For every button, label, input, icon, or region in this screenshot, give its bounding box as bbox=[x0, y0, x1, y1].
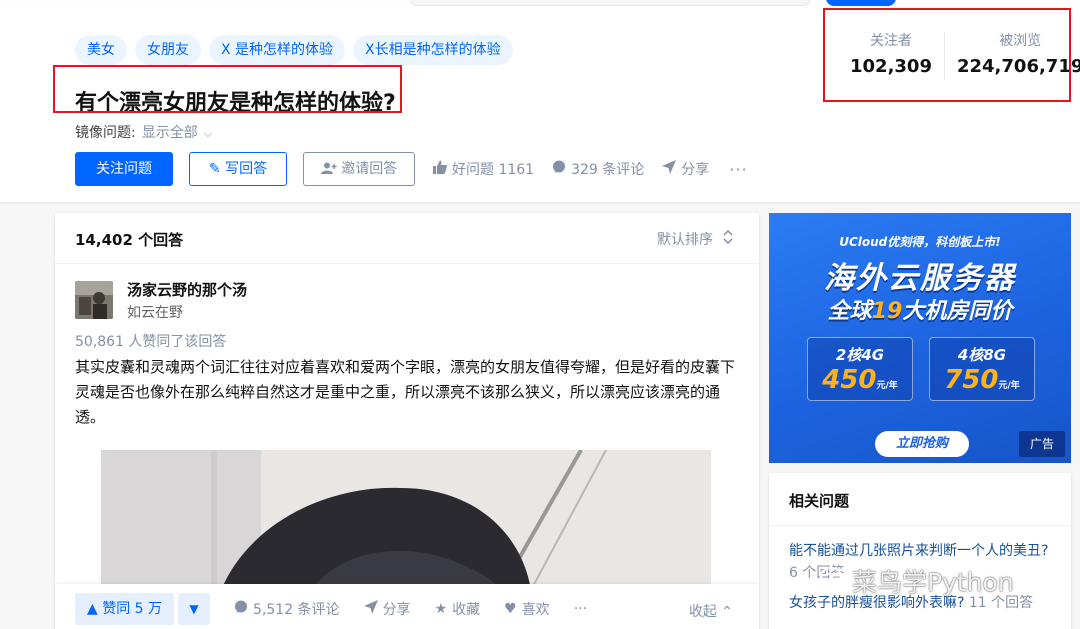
good-question-label: 好问题 1161 bbox=[452, 162, 535, 178]
ad-offer-price: 750 bbox=[944, 365, 999, 395]
write-answer-button[interactable]: ✎ 写回答 bbox=[189, 152, 287, 186]
mirror-label: 镜像问题: bbox=[75, 125, 136, 141]
topic-tags: 美女 女朋友 X 是种怎样的体验 X长相是种怎样的体验 bbox=[75, 35, 513, 65]
ad-offer-unit: 元/年 bbox=[998, 381, 1020, 391]
comment-icon bbox=[552, 160, 566, 178]
topic-tag[interactable]: X长相是种怎样的体验 bbox=[353, 35, 513, 65]
share-question-button[interactable]: 分享 bbox=[662, 159, 709, 179]
question-comments-label: 329 条评论 bbox=[571, 162, 645, 178]
ad-subtitle: 全球19大机房同价 bbox=[827, 299, 1013, 324]
related-question-text: 能不能通过几张照片来判断一个人的美丑? bbox=[789, 543, 1049, 559]
ask-button[interactable] bbox=[826, 0, 896, 6]
ad-buy-button[interactable]: 立即抢购 bbox=[875, 431, 969, 457]
upvote-button[interactable]: ▲ 赞同 5 万 bbox=[75, 593, 175, 625]
answer-image bbox=[101, 450, 711, 590]
topic-tag[interactable]: 美女 bbox=[75, 35, 127, 65]
search-input[interactable] bbox=[410, 0, 810, 6]
ad-offer-spec: 2核4G bbox=[835, 346, 885, 364]
comment-icon bbox=[234, 600, 248, 618]
author-bio: 如云在野 bbox=[127, 305, 183, 321]
invite-answer-label: 邀请回答 bbox=[341, 161, 398, 177]
share-answer-button[interactable]: 分享 bbox=[363, 599, 411, 619]
related-questions: 相关问题 能不能通过几张照片来判断一个人的美丑? 6 个回答 女孩子的胖瘦很影响… bbox=[769, 473, 1071, 629]
author-name[interactable]: 汤家云野的那个汤 bbox=[127, 279, 247, 300]
ad-offer: 4核8G 750元/年 bbox=[929, 337, 1035, 401]
more-options-button[interactable]: ··· bbox=[729, 160, 747, 179]
mirror-question: 镜像问题: 显示全部 ⌵ bbox=[75, 122, 212, 142]
star-icon: ★ bbox=[434, 601, 448, 617]
answers-card: 14,402 个回答 默认排序 汤家云野的那个汤 如云在野 50,861 人赞同… bbox=[55, 213, 759, 629]
collect-label: 收藏 bbox=[452, 602, 481, 618]
related-heading: 相关问题 bbox=[789, 492, 850, 510]
wechat-icon bbox=[820, 566, 848, 596]
answer-actionbar: ▲ 赞同 5 万 ▼ 5,512 条评论 分享 ★ 收藏 ♥ 喜欢 ··· 收起… bbox=[55, 584, 759, 629]
chevron-down-icon[interactable]: ⌵ bbox=[204, 127, 212, 140]
ad-offer-unit: 元/年 bbox=[876, 381, 898, 391]
heart-icon: ♥ bbox=[504, 601, 517, 617]
stats-highlight-box bbox=[823, 8, 1071, 102]
share-question-label: 分享 bbox=[681, 162, 710, 178]
ad-offer: 2核4G 450元/年 bbox=[807, 337, 913, 401]
top-header bbox=[0, 0, 1080, 8]
write-answer-label: 写回答 bbox=[225, 161, 268, 177]
ad-tagline: UCloud优刻得，科创板上市! bbox=[839, 235, 1001, 249]
question-comments-button[interactable]: 329 条评论 bbox=[552, 159, 644, 179]
ad-title: 海外云服务器 bbox=[824, 261, 1016, 296]
answer-count: 14,402 个回答 bbox=[75, 231, 184, 249]
question-actions: 关注问题 ✎ 写回答 邀请回答 好问题 1161 329 条评论 分享 ··· bbox=[75, 152, 748, 186]
avatar[interactable] bbox=[75, 281, 113, 319]
watermark: 菜鸟学Python bbox=[820, 563, 1014, 599]
ad-offer-spec: 4核8G bbox=[957, 346, 1007, 364]
invite-answer-button[interactable]: 邀请回答 bbox=[303, 152, 415, 186]
watermark-text: 菜鸟学Python bbox=[852, 568, 1014, 597]
collapse-button[interactable]: 收起 ⌃ bbox=[689, 601, 733, 621]
answer-comments-button[interactable]: 5,512 条评论 bbox=[234, 599, 340, 619]
follow-question-button[interactable]: 关注问题 bbox=[75, 152, 173, 186]
answer-content: 其实皮囊和灵魂两个词汇往往对应着喜欢和爱两个字眼，漂亮的女朋友值得夸耀，但是好看… bbox=[75, 358, 736, 426]
add-user-icon bbox=[320, 161, 341, 177]
sort-dropdown[interactable]: 默认排序 bbox=[657, 229, 733, 249]
show-all-link[interactable]: 显示全部 bbox=[142, 125, 198, 141]
like-button[interactable]: ♥ 喜欢 bbox=[504, 599, 550, 619]
answer-comments-label: 5,512 条评论 bbox=[253, 602, 340, 618]
send-icon bbox=[363, 600, 378, 618]
ad-offer-price: 450 bbox=[822, 365, 877, 395]
topic-tag[interactable]: X 是种怎样的体验 bbox=[209, 35, 346, 65]
topic-tag[interactable]: 女朋友 bbox=[135, 35, 201, 65]
title-highlight-box bbox=[53, 65, 402, 113]
good-question-button[interactable]: 好问题 1161 bbox=[433, 159, 534, 179]
answer-more-button[interactable]: ··· bbox=[574, 601, 587, 617]
upvote-summary: 50,861 人赞同了该回答 bbox=[75, 334, 227, 350]
sort-arrows-icon bbox=[723, 229, 733, 248]
downvote-button[interactable]: ▼ bbox=[178, 593, 211, 625]
like-label: 喜欢 bbox=[521, 602, 550, 618]
send-icon bbox=[662, 160, 677, 178]
sort-label: 默认排序 bbox=[657, 232, 713, 248]
ad-banner[interactable]: UCloud优刻得，科创板上市! 海外云服务器 全球19大机房同价 2核4G 4… bbox=[769, 213, 1071, 463]
divider bbox=[55, 263, 759, 264]
ad-badge: 广告 bbox=[1019, 431, 1065, 457]
thumbs-up-icon bbox=[433, 160, 447, 178]
divider bbox=[769, 525, 1071, 526]
share-answer-label: 分享 bbox=[382, 602, 411, 618]
pencil-icon: ✎ bbox=[208, 161, 221, 177]
collect-button[interactable]: ★ 收藏 bbox=[435, 599, 481, 619]
